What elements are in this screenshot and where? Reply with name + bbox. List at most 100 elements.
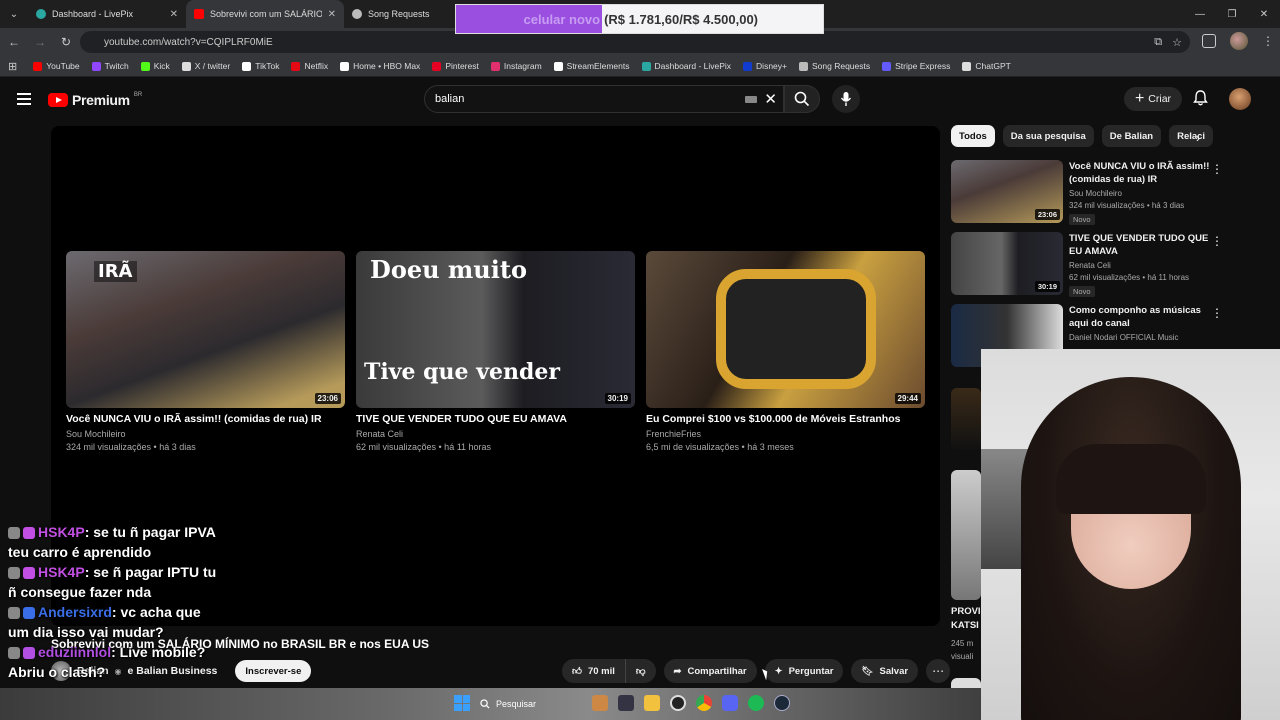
video-thumbnail[interactable] (951, 470, 981, 600)
back-icon[interactable]: ← (2, 30, 26, 54)
forward-icon[interactable]: → (28, 30, 52, 54)
install-app-icon[interactable]: ⧉ (1154, 36, 1162, 49)
filter-chip[interactable]: De Balian (1101, 125, 1162, 147)
save-button[interactable]: 🔖︎ Salvar (851, 659, 919, 683)
channel-name[interactable]: FrenchieFries (646, 429, 925, 439)
browser-profile-avatar[interactable] (1230, 32, 1248, 50)
related-video[interactable]: 30:19 TIVE QUE VENDER TUDO QUE EU AMAVA Re… (951, 232, 1271, 297)
bookmark-item[interactable]: X / twitter (176, 61, 236, 71)
capture-icon[interactable] (618, 695, 634, 711)
bookmark-star-icon[interactable]: ☆ (1172, 36, 1182, 49)
ask-button[interactable]: ✦ Perguntar (764, 659, 844, 683)
plus-icon: + (1134, 90, 1145, 107)
end-screen-card[interactable]: 29:44 Eu Comprei $100 vs $100.000 de Móv… (646, 251, 925, 452)
more-options-icon[interactable]: ⋮ (1211, 306, 1223, 320)
video-thumbnail[interactable]: Doeu muito Tive que vender 30:19 (356, 251, 635, 408)
bookmark-item[interactable]: Instagram (485, 61, 548, 71)
video-thumbnail[interactable]: IRÃ 23:06 (66, 251, 345, 408)
keyboard-icon[interactable] (745, 96, 757, 103)
youtube-premium-logo[interactable]: Premium BR (48, 92, 142, 108)
close-icon[interactable]: ✕ (170, 9, 178, 20)
related-title[interactable]: TIVE QUE VENDER TUDO QUE EU AMAVA (1069, 232, 1211, 258)
related-channel[interactable]: Renata Celi (1069, 261, 1111, 270)
apps-grid-icon[interactable]: ⊞ (8, 60, 27, 73)
more-options-icon[interactable]: ⋮ (1211, 162, 1223, 176)
filter-chip[interactable]: Relaci (1169, 125, 1214, 147)
bookmark-item[interactable]: Kick (135, 61, 176, 71)
chrome-icon[interactable] (696, 695, 712, 711)
discord-icon[interactable] (722, 695, 738, 711)
menu-icon[interactable] (17, 93, 31, 105)
bookmark-item[interactable]: Home • HBO Max (334, 61, 426, 71)
extensions-icon[interactable] (1202, 34, 1216, 48)
close-icon[interactable]: ✕ (328, 9, 336, 20)
minimize-icon[interactable]: — (1184, 0, 1216, 28)
duration-badge: 30:19 (604, 393, 631, 404)
bookmark-item[interactable]: Disney+ (737, 61, 793, 71)
video-thumbnail[interactable]: 30:19 (951, 232, 1063, 295)
close-window-icon[interactable]: ✕ (1248, 0, 1280, 28)
search-input[interactable]: balian ✕ (424, 85, 784, 113)
reload-icon[interactable]: ↻ (54, 30, 78, 54)
bookmark-item[interactable]: TikTok (236, 61, 285, 71)
search-button[interactable] (784, 85, 820, 113)
obs-icon[interactable] (670, 695, 686, 711)
end-screen-card[interactable]: Doeu muito Tive que vender 30:19 TIVE QU… (356, 251, 635, 452)
tab-dashboard-livepix[interactable]: Dashboard - LivePix ✕ (28, 0, 186, 28)
filter-chip[interactable]: Todos (951, 125, 995, 147)
video-thumbnail[interactable]: 29:44 (646, 251, 925, 408)
tab-youtube-video[interactable]: Sobrevivi com um SALÁRIO MÍ ✕ (186, 0, 344, 28)
file-explorer-icon[interactable] (644, 695, 660, 711)
more-actions-icon[interactable]: ⋯ (926, 659, 951, 683)
account-avatar[interactable] (1229, 88, 1251, 110)
related-video[interactable]: 23:06 Você NUNCA VIU o IRÃ assim!! (comid… (951, 160, 1271, 225)
bookmark-label: Home • HBO Max (353, 61, 421, 71)
related-title-partial[interactable]: KATSI (951, 620, 979, 631)
create-button[interactable]: + Criar (1124, 87, 1182, 111)
end-screen-card[interactable]: IRÃ 23:06 Você NUNCA VIU o IRÃ assim!! (… (66, 251, 345, 452)
voice-search-button[interactable] (832, 85, 860, 113)
share-button[interactable]: ➦ Compartilhar (663, 659, 757, 683)
video-thumbnail[interactable]: 23:06 (951, 160, 1063, 223)
tab-search-icon[interactable]: ⌄ (0, 0, 28, 28)
bookmark-item[interactable]: YouTube (27, 61, 85, 71)
related-title[interactable]: Como componho as músicas aqui do canal (1069, 304, 1211, 330)
bookmark-item[interactable]: Pinterest (426, 61, 485, 71)
windows-start-icon[interactable] (454, 695, 470, 711)
restore-icon[interactable]: ❐ (1216, 0, 1248, 28)
more-options-icon[interactable]: ⋮ (1211, 234, 1223, 248)
like-dislike-group: 👍︎ 70 mil 👎︎ (562, 659, 656, 683)
url-field[interactable]: youtube.com/watch?v=CQIPLRF0MiE ⧉ ☆ (80, 31, 1190, 53)
video-title[interactable]: TIVE QUE VENDER TUDO QUE EU AMAVA (356, 413, 635, 425)
thumbnail-frame-shape (716, 269, 876, 389)
steam-icon[interactable] (774, 695, 790, 711)
related-channel[interactable]: Daniel Nodari OFFICIAL Music (1069, 333, 1179, 342)
video-title[interactable]: Você NUNCA VIU o IRÃ assim!! (comidas de… (66, 413, 345, 425)
filter-chip[interactable]: Da sua pesquisa (1002, 125, 1094, 147)
bookmark-item[interactable]: Stripe Express (876, 61, 956, 71)
dislike-button[interactable]: 👎︎ (625, 659, 656, 683)
channel-name[interactable]: Sou Mochileiro (66, 429, 345, 439)
bookmark-item[interactable]: Dashboard - LivePix (636, 61, 738, 71)
video-thumbnail[interactable] (951, 388, 981, 450)
bookmark-item[interactable]: Song Requests (793, 61, 876, 71)
bookmark-item[interactable]: Netflix (285, 61, 334, 71)
widgets-icon[interactable] (592, 695, 608, 711)
taskbar-search[interactable]: Pesquisar (480, 694, 600, 714)
chevron-right-icon[interactable]: › (1196, 131, 1200, 145)
related-title[interactable]: Você NUNCA VIU o IRÃ assim!! (comidas de… (1069, 160, 1211, 186)
like-button[interactable]: 👍︎ 70 mil (562, 659, 626, 683)
related-title-partial[interactable]: PROVI (951, 606, 981, 617)
donation-goal-bar: celular novo (R$ 1.781,60/R$ 4.500,00) (455, 4, 824, 34)
clear-search-icon[interactable]: ✕ (764, 90, 777, 108)
video-title[interactable]: Eu Comprei $100 vs $100.000 de Móveis Es… (646, 413, 925, 425)
bookmark-favicon-icon (743, 61, 753, 71)
related-channel[interactable]: Sou Mochileiro (1069, 189, 1122, 198)
browser-menu-icon[interactable]: ⋮ (1262, 34, 1274, 48)
channel-name[interactable]: Renata Celi (356, 429, 635, 439)
spotify-icon[interactable] (748, 695, 764, 711)
bookmark-item[interactable]: StreamElements (548, 61, 636, 71)
notifications-bell-icon[interactable] (1193, 90, 1208, 111)
bookmark-item[interactable]: ChatGPT (956, 61, 1016, 71)
bookmark-item[interactable]: Twitch (86, 61, 135, 71)
